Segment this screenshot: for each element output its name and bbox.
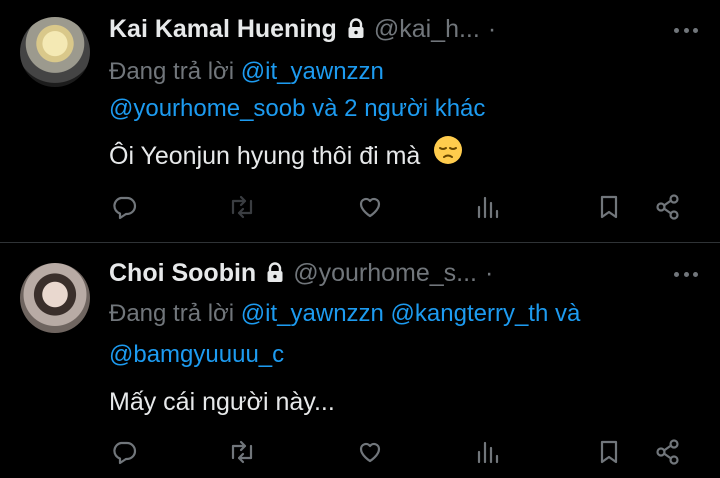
tweet-text: Ôi Yeonjun hyung thôi đi mà [109,135,463,175]
tweet-actions [0,435,720,469]
share-icon[interactable] [651,435,685,469]
more-options-icon[interactable] [674,26,698,34]
more-options-icon[interactable] [674,270,698,278]
lock-icon [347,18,365,40]
tweet-text: Mấy cái người này... [109,384,335,420]
display-name[interactable]: Choi Soobin [109,259,256,288]
mention-link[interactable]: @yourhome_soob [109,95,305,122]
mention-connector: và [555,300,581,327]
mention-link[interactable]: @it_yawnzzn @kangterry_th [241,300,549,327]
tweet-header: Kai Kamal Huening @kai_h... · [109,12,496,46]
tweet-text-content: Mấy cái người này... [109,388,335,416]
others-link[interactable]: và 2 người khác [312,95,485,122]
tweet-header: Choi Soobin @yourhome_s... · [109,256,493,290]
replying-to: Đang trả lời @it_yawnzzn [109,54,384,90]
views-icon[interactable] [470,435,504,469]
tweet-text-content: Ôi Yeonjun hyung thôi đi mà [109,142,421,170]
reply-icon[interactable] [107,190,141,224]
views-icon[interactable] [470,190,504,224]
pensive-face-icon [433,135,463,175]
like-icon[interactable] [353,435,387,469]
retweet-icon[interactable] [225,435,259,469]
replying-to-continued: @yourhome_soob và 2 người khác [109,91,485,127]
separator-dot: · [487,14,497,43]
replying-to: Đang trả lời @it_yawnzzn @kangterry_th v… [109,296,580,332]
lock-icon [266,262,284,284]
tweet[interactable]: Choi Soobin @yourhome_s... · Đang trả lờ… [0,243,720,478]
bookmark-icon[interactable] [592,190,626,224]
share-icon[interactable] [651,190,685,224]
mention-link[interactable]: @bamgyuuuu_c [109,341,284,368]
like-icon[interactable] [353,190,387,224]
display-name[interactable]: Kai Kamal Huening [109,15,337,44]
tweet[interactable]: Kai Kamal Huening @kai_h... · Đang trả l… [0,0,720,242]
replying-to-label: Đang trả lời [109,58,235,85]
retweet-icon[interactable] [225,190,259,224]
avatar[interactable] [20,17,90,87]
mention-link[interactable]: @it_yawnzzn [241,58,384,85]
bookmark-icon[interactable] [592,435,626,469]
reply-icon[interactable] [107,435,141,469]
avatar[interactable] [20,263,90,333]
tweet-actions [0,190,720,224]
replying-to-continued: @bamgyuuuu_c [109,337,284,373]
handle[interactable]: @yourhome_s... [293,259,477,288]
replying-to-label: Đang trả lời [109,300,235,327]
handle[interactable]: @kai_h... [374,15,480,44]
separator-dot: · [485,258,494,287]
